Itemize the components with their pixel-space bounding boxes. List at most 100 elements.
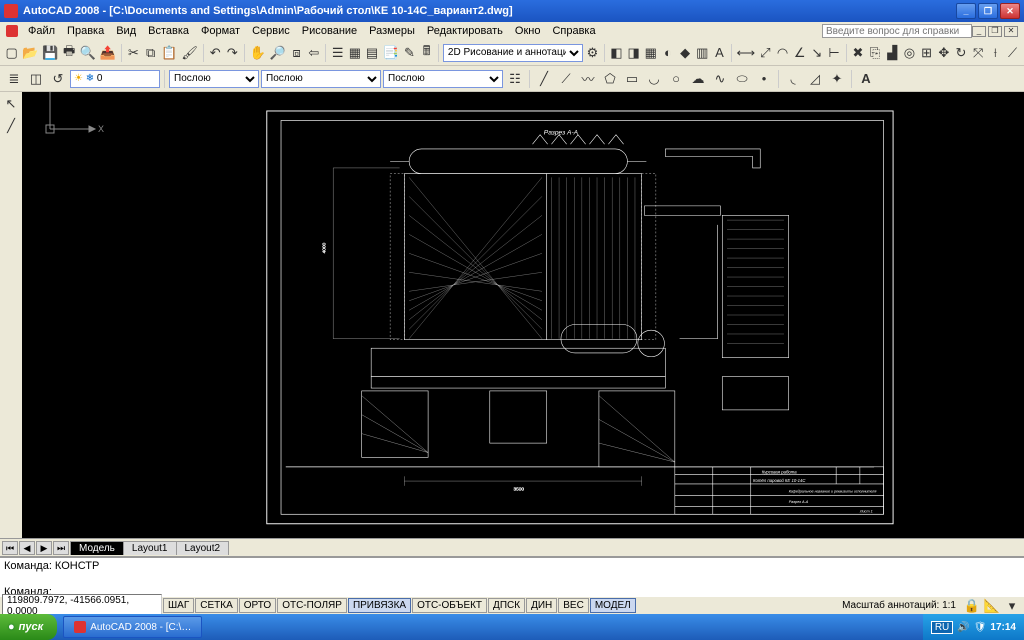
save-icon[interactable]: 💾 (41, 43, 59, 63)
anno-vis-icon[interactable]: 📐 (982, 596, 1002, 616)
scale-icon[interactable]: ⤧ (971, 43, 986, 63)
calc-icon[interactable]: 🖩 (419, 43, 434, 63)
close-button[interactable]: ✕ (1000, 3, 1020, 19)
properties-icon[interactable]: ☰ (330, 43, 345, 63)
menu-window[interactable]: Окно (509, 24, 547, 38)
rotate-icon[interactable]: ↻ (953, 43, 968, 63)
print-icon[interactable]: 🖶 (62, 43, 77, 63)
layer-states-icon[interactable]: ◫ (26, 69, 46, 89)
mtext-icon[interactable]: A (712, 43, 727, 63)
menu-draw[interactable]: Рисование (296, 24, 363, 38)
toggle-snap[interactable]: ШАГ (163, 598, 194, 613)
rectangle-icon[interactable]: ▭ (622, 69, 642, 89)
fillet-icon[interactable]: ◟ (783, 69, 803, 89)
open-icon[interactable]: 📂 (21, 43, 39, 63)
menu-dim[interactable]: Размеры (363, 24, 421, 38)
dim-radius-icon[interactable]: ◠ (775, 43, 790, 63)
pan-icon[interactable]: ✋ (249, 43, 267, 63)
toggle-grid[interactable]: СЕТКА (195, 598, 238, 613)
tab-last-button[interactable]: ⏭ (53, 541, 69, 555)
toggle-dyn[interactable]: ДИН (526, 598, 557, 613)
dim-linear-icon[interactable]: ⟷ (736, 43, 756, 63)
tab-next-button[interactable]: ▶ (36, 541, 52, 555)
maximize-button[interactable]: ❐ (978, 3, 998, 19)
tray-shield-icon[interactable]: 🛡 (974, 622, 987, 633)
redo-icon[interactable]: ↷ (225, 43, 240, 63)
hatch-icon[interactable]: ▦ (643, 43, 658, 63)
table-icon[interactable]: ▥ (695, 43, 710, 63)
offset-icon[interactable]: ◎ (902, 43, 917, 63)
region-icon[interactable]: ◆ (678, 43, 693, 63)
move-icon[interactable]: ✥ (936, 43, 951, 63)
toggle-ducs[interactable]: ДПСК (488, 598, 525, 613)
menu-help[interactable]: Справка (546, 24, 601, 38)
layer-combo[interactable]: ☀ ❄ 0 (70, 70, 160, 88)
menu-service[interactable]: Сервис (246, 24, 296, 38)
pline-icon[interactable]: 〰 (578, 69, 598, 89)
erase-icon[interactable]: ✖ (850, 43, 865, 63)
preview-icon[interactable]: 🔍 (79, 43, 97, 63)
tab-first-button[interactable]: ⏮ (2, 541, 18, 555)
ellipse-icon[interactable]: ⬭ (732, 69, 752, 89)
tab-prev-button[interactable]: ◀ (19, 541, 35, 555)
cut-icon[interactable]: ✂ (126, 43, 141, 63)
mirror-icon[interactable]: ▟ (885, 43, 900, 63)
publish-icon[interactable]: 📤 (99, 43, 117, 63)
chamfer-icon[interactable]: ◿ (805, 69, 825, 89)
sheetset-icon[interactable]: 📑 (382, 43, 400, 63)
anno-scale-label[interactable]: Масштаб аннотаций: 1:1 (836, 600, 962, 611)
menu-modify[interactable]: Редактировать (421, 24, 509, 38)
zoom-prev-icon[interactable]: ⇦ (306, 43, 321, 63)
linetype-settings-icon[interactable]: ☷ (505, 69, 525, 89)
tab-model[interactable]: Модель (70, 541, 124, 555)
tab-layout2[interactable]: Layout2 (176, 541, 230, 555)
polygon-icon[interactable]: ⬠ (600, 69, 620, 89)
workspace-settings-icon[interactable]: ⚙ (585, 43, 600, 63)
taskbar-app-button[interactable]: AutoCAD 2008 - [C:\… (63, 616, 202, 638)
extend-icon[interactable]: ⟋ (1005, 43, 1020, 63)
xref-icon[interactable]: ◨ (626, 43, 641, 63)
command-window[interactable]: Команда: КОНСТР Команда: (0, 556, 1024, 596)
lineweight-combo[interactable]: Послою (383, 70, 503, 88)
copy2-icon[interactable]: ⎘ (868, 43, 883, 63)
mdi-restore-button[interactable]: ❐ (988, 26, 1002, 37)
help-search-input[interactable] (822, 24, 972, 38)
menu-insert[interactable]: Вставка (142, 24, 195, 38)
dim-angular-icon[interactable]: ∠ (792, 43, 807, 63)
anno-scale-icon[interactable]: 🔒 (962, 596, 982, 616)
explode-icon[interactable]: ✦ (827, 69, 847, 89)
toggle-osnap[interactable]: ПРИВЯЗКА (348, 598, 411, 613)
spline-icon[interactable]: ∿ (710, 69, 730, 89)
tray-clock[interactable]: 17:14 (990, 622, 1016, 633)
point-icon[interactable]: • (754, 69, 774, 89)
toolpalettes-icon[interactable]: ▤ (364, 43, 379, 63)
drawing-canvas[interactable]: Разрез А-А (22, 92, 1024, 538)
xline-icon[interactable]: ⟋ (556, 69, 576, 89)
tab-layout1[interactable]: Layout1 (123, 541, 177, 555)
minimize-button[interactable]: _ (956, 3, 976, 19)
toggle-ortho[interactable]: ОРТО (239, 598, 276, 613)
text2-icon[interactable]: A (856, 69, 876, 89)
gradient-icon[interactable]: ◐ (660, 43, 675, 63)
circle-icon[interactable]: ○ (666, 69, 686, 89)
dim-continue-icon[interactable]: ⊢ (826, 43, 841, 63)
system-tray[interactable]: RU 🔊 🛡 17:14 (923, 614, 1024, 640)
menu-view[interactable]: Вид (110, 24, 142, 38)
workspace-combo[interactable]: 2D Рисование и аннотации (443, 44, 583, 62)
array-icon[interactable]: ⊞ (919, 43, 934, 63)
arc-icon[interactable]: ◡ (644, 69, 664, 89)
dim-leader-icon[interactable]: ↘ (809, 43, 824, 63)
line-icon[interactable]: ╱ (534, 69, 554, 89)
designcenter-icon[interactable]: ▦ (347, 43, 362, 63)
toggle-lwt[interactable]: ВЕС (558, 598, 589, 613)
tray-lang[interactable]: RU (931, 621, 953, 634)
undo-icon[interactable]: ↶ (208, 43, 223, 63)
tray-volume-icon[interactable]: 🔊 (957, 622, 969, 633)
trim-icon[interactable]: ⟊ (988, 43, 1003, 63)
paste-icon[interactable]: 📋 (160, 43, 178, 63)
menu-file[interactable]: Файл (22, 24, 61, 38)
menu-edit[interactable]: Правка (61, 24, 110, 38)
toggle-model[interactable]: МОДЕЛ (590, 598, 636, 613)
layer-prev-icon[interactable]: ↺ (48, 69, 68, 89)
color-combo[interactable]: Послою (169, 70, 259, 88)
